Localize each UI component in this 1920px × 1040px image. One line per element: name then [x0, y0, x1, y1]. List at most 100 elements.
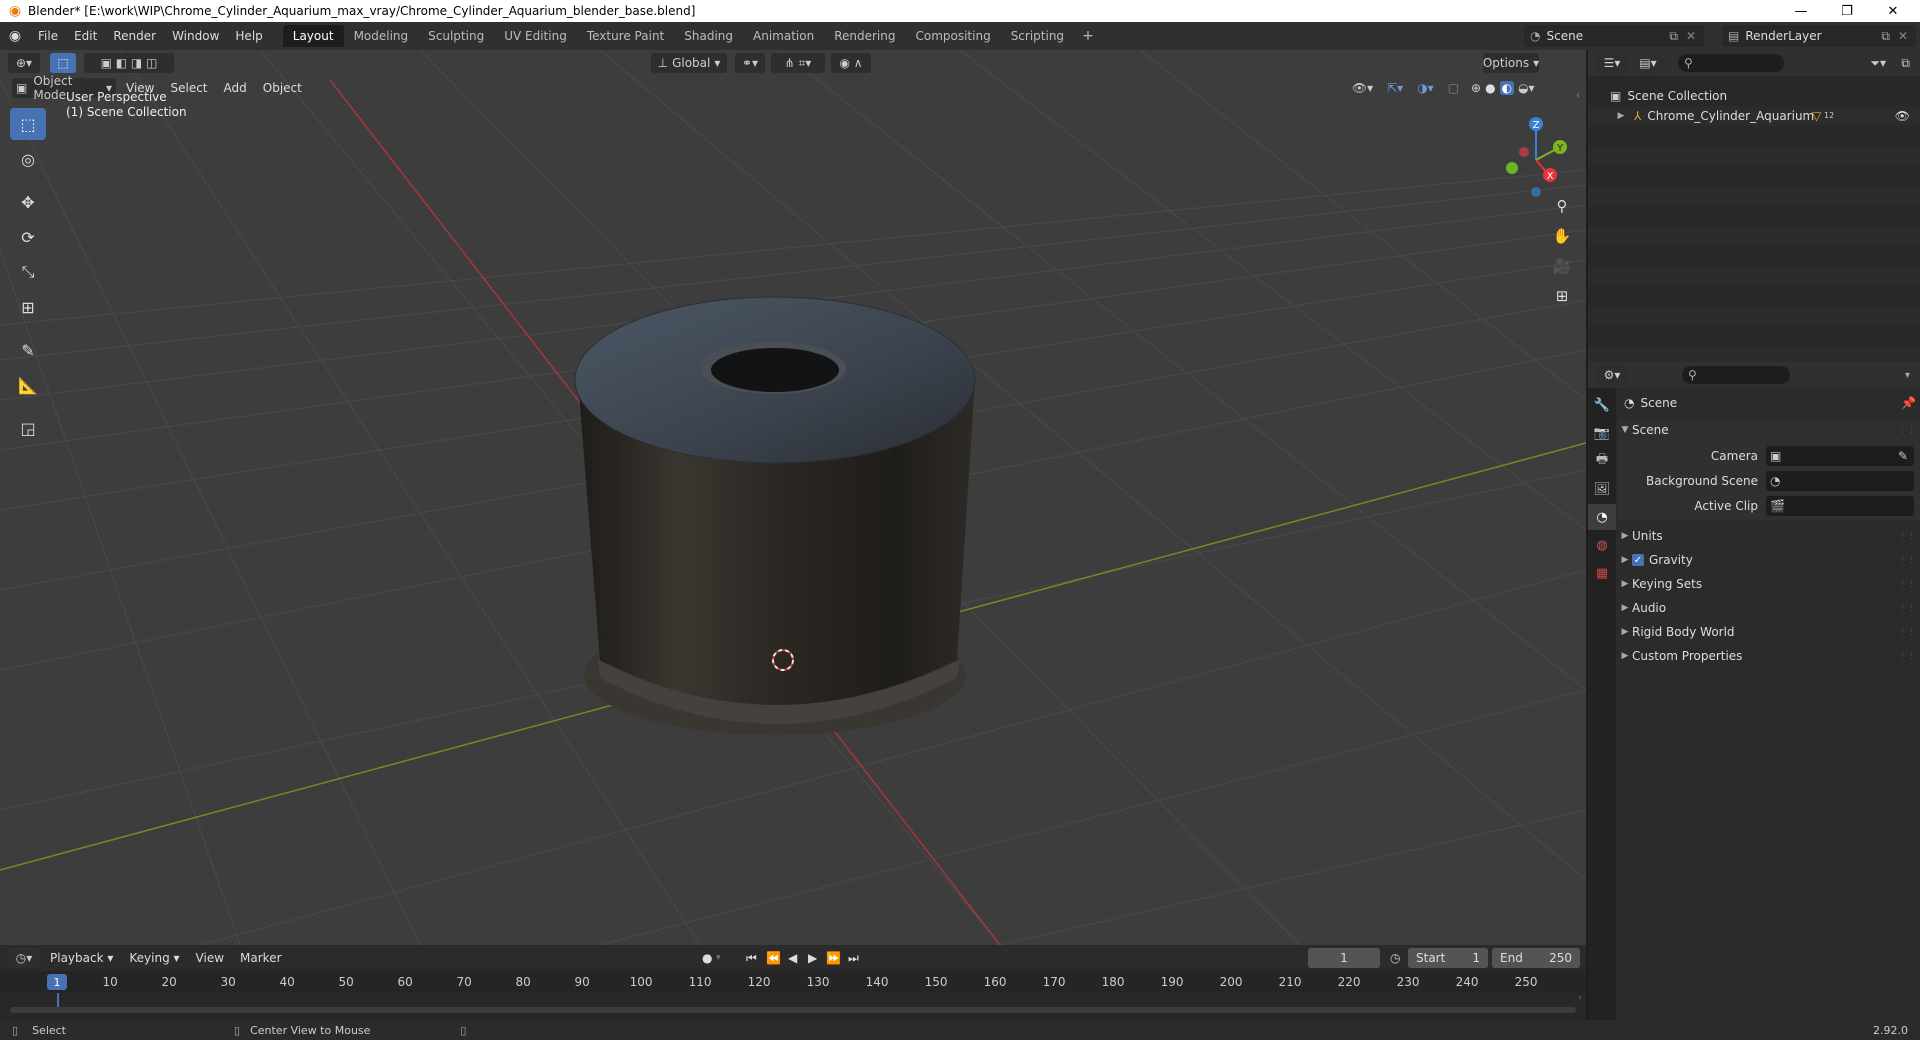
tool-tab-icon[interactable]: 🔧 — [1588, 392, 1616, 418]
timeline-menu-playback[interactable]: Playback ▾ — [42, 951, 121, 965]
tab-scripting[interactable]: Scripting — [1001, 25, 1074, 47]
eye-icon[interactable]: 👁 — [1895, 109, 1910, 123]
viewport-menu-select[interactable]: Select — [162, 81, 215, 95]
timeline-ruler[interactable]: 1 10 20 30 40 50 60 70 80 90 100 110 120 130 140 150 16… — [0, 971, 1586, 993]
drag-grip-icon[interactable]: ⋮⋮ — [1898, 627, 1916, 637]
3d-viewport[interactable]: ⊕▾ ⬚ ▣ ◧ ◨ ◫ ⊥ Global ▾ ⚭▾ ⋔ ⌗▾ ◉ ∧ Opti… — [0, 50, 1586, 945]
prev-keyframe-icon[interactable]: ⏪ — [766, 951, 781, 965]
tab-modeling[interactable]: Modeling — [344, 25, 419, 47]
jump-start-icon[interactable]: ⏮ — [746, 951, 757, 966]
world-tab-icon[interactable]: ◍ — [1588, 532, 1616, 558]
render-tab-icon[interactable]: 📷 — [1588, 420, 1616, 446]
scale-tool-icon[interactable]: ⤡ — [10, 256, 46, 288]
delete-layer-icon[interactable]: ✕ — [1898, 29, 1908, 43]
close-button[interactable]: ✕ — [1870, 0, 1916, 22]
material-preview-icon[interactable]: ◐ — [1499, 81, 1515, 95]
outliner-scene-collection[interactable]: ▣ Scene Collection — [1588, 86, 1920, 106]
rendered-shading-icon[interactable]: ◒▾ — [1518, 81, 1535, 95]
view-layer-tab-icon[interactable]: 🖼 — [1588, 476, 1616, 502]
tab-compositing[interactable]: Compositing — [905, 25, 1000, 47]
new-layer-icon[interactable]: ⧉ — [1881, 29, 1890, 44]
delete-scene-icon[interactable]: ✕ — [1686, 29, 1696, 43]
tab-texture-paint[interactable]: Texture Paint — [577, 25, 674, 47]
properties-search-input[interactable]: ⚲ — [1682, 366, 1790, 384]
viewport-menu-add[interactable]: Add — [216, 81, 255, 95]
units-panel-header[interactable]: ▶ Units ⋮⋮ — [1618, 524, 1920, 548]
solid-shading-icon[interactable]: ● — [1485, 81, 1495, 95]
outliner-object-row[interactable]: ▶ ⅄ Chrome_Cylinder_Aquarium ▽ 12 👁 — [1588, 106, 1920, 126]
timeline-menu-marker[interactable]: Marker — [232, 951, 289, 965]
end-frame-field[interactable]: End 250 — [1492, 948, 1580, 968]
drag-grip-icon[interactable]: ⋮⋮ — [1898, 579, 1916, 589]
camera-view-icon[interactable]: 🎥 — [1548, 252, 1576, 280]
keying-sets-panel-header[interactable]: ▶ Keying Sets ⋮⋮ — [1618, 572, 1920, 596]
options-dropdown[interactable]: Options ▾ — [1483, 53, 1539, 73]
drag-grip-icon[interactable]: ⋮⋮ — [1898, 651, 1916, 661]
tab-animation[interactable]: Animation — [743, 25, 824, 47]
play-icon[interactable]: ▶ — [808, 951, 817, 965]
editor-type-icon[interactable]: ◷▾ — [8, 948, 40, 968]
record-keyframe-icon[interactable]: ● — [702, 951, 712, 965]
timeline-body[interactable]: › — [0, 993, 1586, 1020]
rigid-body-world-panel-header[interactable]: ▶ Rigid Body World ⋮⋮ — [1618, 620, 1920, 644]
gizmo-toggle-icon[interactable]: ⇱▾ — [1387, 81, 1403, 95]
background-scene-field[interactable]: ◔ — [1766, 471, 1914, 491]
tab-layout[interactable]: Layout — [282, 25, 344, 47]
timeline-menu-keying[interactable]: Keying ▾ — [121, 951, 187, 965]
new-scene-icon[interactable]: ⧉ — [1669, 29, 1678, 44]
transform-orientation-dropdown[interactable]: ⊥ Global ▾ — [651, 53, 727, 73]
next-keyframe-icon[interactable]: ⏩ — [826, 951, 841, 965]
editor-type-icon[interactable]: ⚙▾ — [1596, 365, 1628, 385]
current-frame-field[interactable]: 1 — [1308, 948, 1380, 968]
new-collection-icon[interactable]: ⧉ — [1901, 56, 1910, 71]
eyedropper-icon[interactable]: ✎ — [1898, 449, 1908, 463]
drag-grip-icon[interactable]: ⋮⋮ — [1898, 603, 1916, 613]
pivot-point-icon[interactable]: ⚭▾ — [735, 53, 765, 73]
texture-tab-icon[interactable]: ▦ — [1588, 560, 1616, 586]
rotate-tool-icon[interactable]: ⟳ — [10, 221, 46, 253]
filter-icon[interactable]: ⏷▾ — [1870, 56, 1886, 71]
tab-sculpting[interactable]: Sculpting — [418, 25, 494, 47]
pan-view-icon[interactable]: ✋ — [1548, 222, 1576, 250]
add-cube-tool-icon[interactable]: ◲ — [10, 412, 46, 444]
overlays-toggle-icon[interactable]: ◑▾ — [1417, 81, 1434, 95]
tab-rendering[interactable]: Rendering — [824, 25, 905, 47]
move-tool-icon[interactable]: ✥ — [10, 186, 46, 218]
proportional-editing-icon[interactable]: ◉ ∧ — [831, 53, 871, 73]
drag-grip-icon[interactable]: ⋮⋮ — [1898, 425, 1916, 435]
cursor-tool-icon[interactable]: ◎ — [10, 143, 46, 175]
select-box-tool-icon[interactable]: ⬚ — [50, 53, 76, 73]
start-frame-field[interactable]: Start 1 — [1408, 948, 1488, 968]
blender-menu-icon[interactable]: ◉ — [0, 28, 30, 44]
audio-panel-header[interactable]: ▶ Audio ⋮⋮ — [1618, 596, 1920, 620]
output-tab-icon[interactable]: 🖶 — [1588, 448, 1616, 474]
visibility-icon[interactable]: 👁▾ — [1352, 81, 1373, 95]
menu-help[interactable]: Help — [227, 22, 270, 50]
gravity-panel-header[interactable]: ▶ ✓ Gravity ⋮⋮ — [1618, 548, 1920, 572]
tab-shading[interactable]: Shading — [674, 25, 743, 47]
chevron-right-icon[interactable]: › — [1578, 993, 1582, 1003]
editor-type-icon[interactable]: ☰▾ — [1596, 53, 1628, 73]
zoom-view-icon[interactable]: ⚲ — [1548, 192, 1576, 220]
chevron-down-icon[interactable]: ▾ — [1905, 370, 1910, 381]
clock-icon[interactable]: ◷ — [1390, 951, 1400, 965]
pin-icon[interactable]: 📌 — [1901, 396, 1916, 410]
measure-tool-icon[interactable]: 📐 — [10, 369, 46, 401]
cylinder-object[interactable] — [574, 296, 976, 735]
transform-tool-icon[interactable]: ⊞ — [10, 291, 46, 323]
frame-cursor[interactable]: 1 — [47, 974, 67, 990]
outliner-search-input[interactable]: ⚲ — [1678, 54, 1784, 72]
active-clip-field[interactable]: 🎬 — [1766, 496, 1914, 516]
display-mode-icon[interactable]: ▤▾ — [1634, 53, 1662, 73]
menu-window[interactable]: Window — [164, 22, 227, 50]
drag-grip-icon[interactable]: ⋮⋮ — [1898, 555, 1916, 565]
scene-selector[interactable]: ◔ Scene ⧉ ✕ — [1524, 25, 1704, 47]
xray-toggle-icon[interactable]: ▢ — [1448, 81, 1459, 95]
annotate-tool-icon[interactable]: ✎ — [10, 334, 46, 366]
editor-type-icon[interactable]: ⊕▾ — [8, 53, 40, 73]
tab-uv-editing[interactable]: UV Editing — [494, 25, 577, 47]
custom-properties-panel-header[interactable]: ▶ Custom Properties ⋮⋮ — [1618, 644, 1920, 668]
chevron-down-icon[interactable]: ▾ — [716, 953, 721, 963]
sidebar-toggle-icon[interactable]: ‹ — [1576, 90, 1580, 101]
drag-grip-icon[interactable]: ⋮⋮ — [1898, 531, 1916, 541]
